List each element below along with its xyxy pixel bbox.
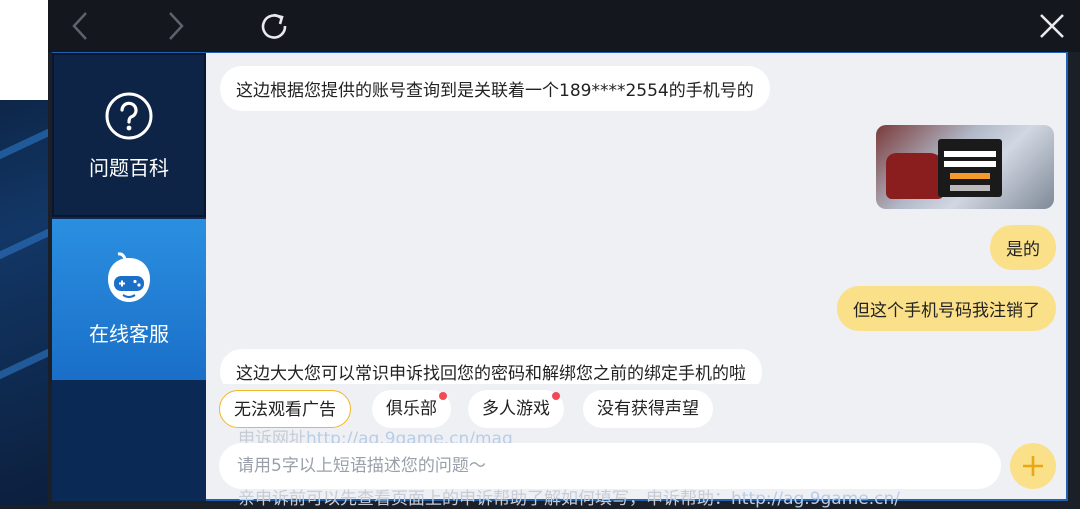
quick-reply-ads[interactable]: 无法观看广告 — [219, 390, 351, 428]
background-panel — [0, 0, 48, 100]
quick-reply-reputation[interactable]: 没有获得声望 — [583, 390, 713, 428]
quick-reply-club[interactable]: 俱乐部 — [372, 390, 451, 428]
background-stripe — [0, 128, 48, 160]
quick-reply-label: 无法观看广告 — [234, 400, 336, 420]
plus-icon — [1023, 456, 1043, 476]
car-image — [886, 153, 944, 199]
chat-message-user: 是的 — [990, 225, 1056, 270]
quick-reply-label: 多人游戏 — [482, 399, 550, 419]
back-button[interactable] — [62, 8, 98, 44]
chat-message-user: 但这个手机号码我注销了 — [837, 286, 1056, 331]
chevron-left-icon — [72, 12, 87, 40]
chat-message-agent: 这边大大您可以常识申诉找回您的密码和解绑您之前的绑定手机的啦 — [220, 349, 762, 384]
message-input[interactable] — [219, 443, 1001, 489]
tab-faq[interactable]: 问题百科 — [52, 53, 206, 217]
close-button[interactable] — [1034, 8, 1070, 44]
notification-dot — [552, 392, 560, 400]
refresh-icon — [261, 13, 287, 39]
appeal-help-link[interactable]: http://ag.9game.cn/ — [731, 489, 900, 509]
login-dialog-thumbnail — [938, 139, 1002, 197]
refresh-button[interactable] — [256, 8, 292, 44]
quick-reply-label: 俱乐部 — [386, 399, 437, 419]
quick-reply-multiplayer[interactable]: 多人游戏 — [468, 390, 564, 428]
gamepad-mascot-icon — [108, 252, 150, 302]
top-toolbar — [48, 0, 1080, 52]
tab-online-service-label: 在线客服 — [89, 322, 169, 346]
add-attachment-button[interactable] — [1010, 443, 1056, 489]
close-icon — [1040, 14, 1064, 38]
background-stripe — [0, 348, 48, 380]
chat-area[interactable]: 这边根据您提供的账号查询到是关联着一个189****2554的手机号的 是的 但… — [208, 54, 1064, 384]
tab-faq-label: 问题百科 — [89, 155, 169, 180]
forward-button[interactable] — [158, 8, 194, 44]
notification-dot — [439, 392, 447, 400]
left-background — [0, 0, 48, 505]
sidebar: 问题百科 在线客服 — [52, 53, 206, 501]
chat-message-agent: 这边根据您提供的账号查询到是关联着一个189****2554的手机号的 — [220, 66, 770, 111]
background-stripe — [0, 228, 48, 260]
appeal-help-text: 亲申诉前可以先查看页面上的申诉帮助了解如何填写，申诉帮助： — [238, 489, 731, 509]
tab-online-service[interactable]: 在线客服 — [52, 219, 206, 380]
chevron-right-icon — [169, 12, 184, 40]
chat-image-message[interactable] — [876, 125, 1054, 209]
question-icon — [105, 92, 153, 139]
quick-reply-label: 没有获得声望 — [597, 399, 699, 419]
